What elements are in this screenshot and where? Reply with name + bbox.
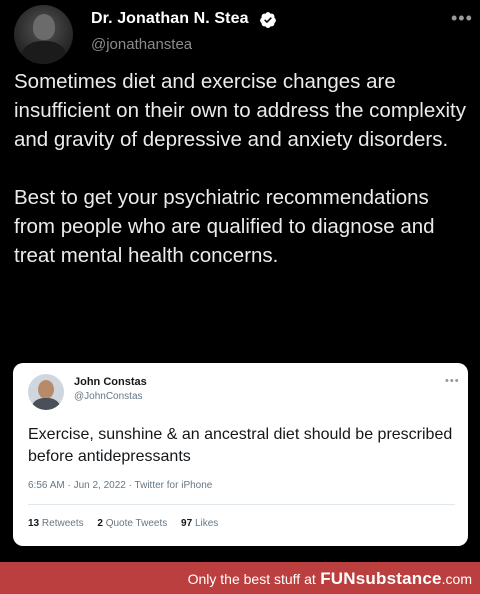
retweets-label: Retweets (41, 518, 84, 529)
avatar-body (32, 398, 60, 410)
verified-badge-icon (260, 12, 276, 28)
brand-substance: substance (355, 569, 442, 588)
author-name[interactable]: Dr. Jonathan N. Stea (91, 10, 249, 28)
quote-tweets-count: 2 (97, 518, 103, 529)
quoted-more-options-icon[interactable]: ••• (445, 375, 460, 387)
quote-tweets-label: Quote Tweets (105, 518, 168, 529)
engagement-stats: 13 Retweets 2 Quote Tweets 97 Likes (28, 518, 229, 529)
likes-label: Likes (194, 518, 219, 529)
retweets-count: 13 (28, 518, 40, 529)
tweet-paragraph-1: Sometimes diet and exercise changes are … (14, 70, 467, 151)
tweet-body: Sometimes diet and exercise changes are … (14, 67, 474, 270)
avatar-body (22, 41, 66, 64)
divider (28, 504, 455, 505)
watermark-text: Only the best stuff at FUNsubstance.com (188, 569, 472, 589)
quoted-author-avatar[interactable] (28, 374, 64, 410)
quoted-tweet-card[interactable]: John Constas @JohnConstas ••• Exercise, … (13, 363, 468, 546)
tweet-paragraph-2: Best to get your psychiatric recommendat… (14, 186, 435, 267)
quoted-tweet-text: Exercise, sunshine & an ancestral diet s… (28, 426, 453, 465)
likes-count: 97 (181, 518, 193, 529)
avatar-head (38, 380, 54, 399)
quoted-author-name[interactable]: John Constas (74, 376, 147, 388)
screenshot-area: Dr. Jonathan N. Stea @jonathanstea ••• S… (0, 0, 480, 562)
quoted-tweet-timestamp[interactable]: 6:56 AM · Jun 2, 2022 · Twitter for iPho… (28, 480, 212, 491)
avatar-head (33, 14, 55, 40)
brand-suffix: .com (441, 571, 472, 587)
watermark-banner: Only the best stuff at FUNsubstance.com (0, 562, 480, 594)
likes-stat[interactable]: 97 Likes (181, 518, 218, 529)
author-avatar[interactable] (14, 5, 73, 64)
brand-fun: FUN (320, 569, 356, 588)
watermark-prefix: Only the best stuff at (187, 571, 316, 587)
more-options-icon[interactable]: ••• (451, 8, 473, 29)
retweets-stat[interactable]: 13 Retweets (28, 518, 84, 529)
quote-tweets-stat[interactable]: 2 Quote Tweets (97, 518, 167, 529)
author-handle[interactable]: @jonathanstea (91, 36, 192, 53)
quoted-author-handle[interactable]: @JohnConstas (74, 391, 143, 402)
